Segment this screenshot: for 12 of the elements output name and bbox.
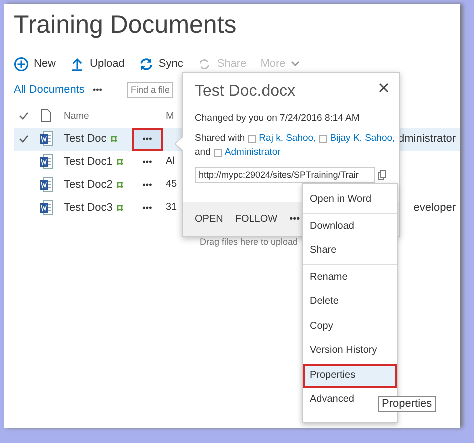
- table-cell: 45: [166, 179, 178, 190]
- changed-text: Changed by you on 7/24/2016 8:14 AM: [194, 112, 361, 124]
- drop-hint: Drag files here to upload: [200, 236, 300, 247]
- tooltip: Properties: [378, 396, 436, 412]
- table-cell: eveloper: [414, 202, 456, 214]
- conjunction-text: and: [195, 147, 211, 158]
- table-cell: 31: [166, 202, 178, 214]
- page-title: Training Documents: [14, 10, 238, 41]
- table-cell: dministrator: [398, 133, 456, 146]
- callout-title: Test Doc.docx: [195, 83, 296, 101]
- shared-label: Shared with: [195, 133, 246, 144]
- table-cell: Al: [166, 156, 175, 168]
